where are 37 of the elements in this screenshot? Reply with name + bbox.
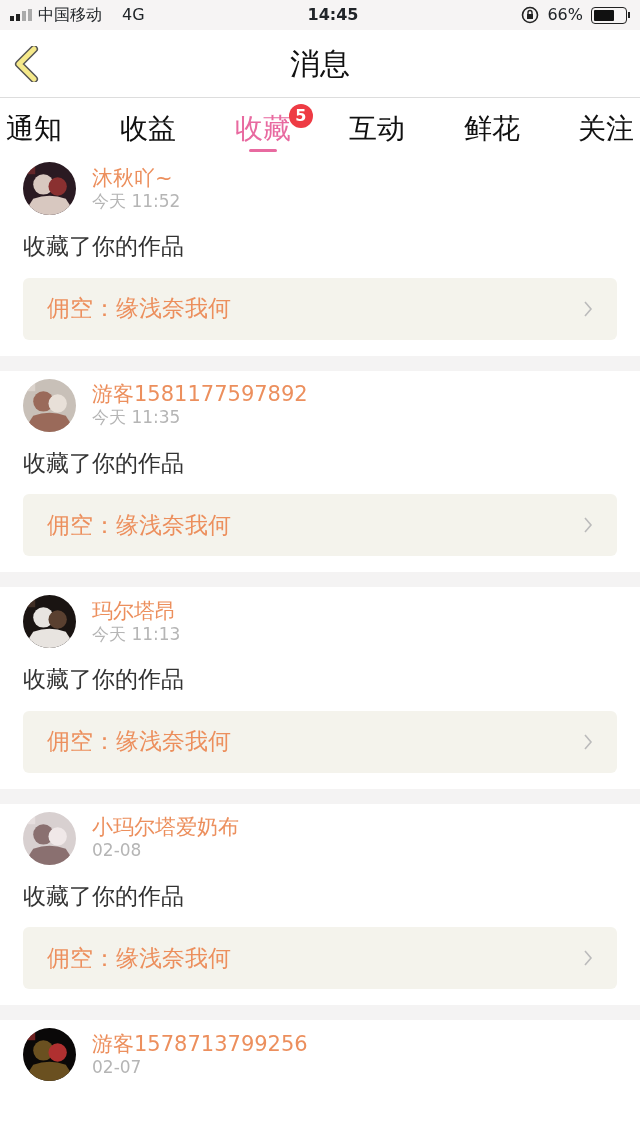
chevron-right-icon	[583, 732, 593, 751]
signal-icon	[10, 9, 34, 21]
message-time: 今天 11:35	[92, 407, 182, 428]
chevron-right-icon	[583, 516, 593, 534]
user-name[interactable]: 沐秋吖~	[92, 165, 181, 191]
user-name[interactable]: 玛尔塔昂	[92, 598, 181, 624]
work-link[interactable]: 佣空：缘浅奈我何	[23, 494, 617, 556]
carrier-name: 中国移动	[38, 4, 102, 26]
user-name[interactable]: 小玛尔塔爱奶布	[92, 815, 239, 841]
message-text: 收藏了你的作品	[23, 665, 185, 694]
tab[interactable]: 收藏	[234, 112, 291, 154]
message-text: 收藏了你的作品	[23, 881, 185, 911]
count-badge: 5	[288, 104, 313, 129]
chevron-right-icon	[583, 299, 593, 318]
tab[interactable]: 互动	[349, 112, 406, 154]
message-time: 02-08	[92, 840, 143, 861]
user-name[interactable]: 游客1581177597892	[92, 382, 308, 408]
chevron-right-icon	[583, 949, 593, 967]
user-name[interactable]: 游客1578713799256	[92, 1031, 308, 1057]
battery-percent: 66%	[547, 4, 583, 26]
rotation-lock-icon	[521, 6, 540, 24]
message-time: 02-07	[92, 1056, 143, 1078]
message-time: 今天 11:13	[92, 623, 181, 645]
work-link[interactable]: 佣空：缘浅奈我何	[23, 277, 617, 340]
tab[interactable]: 关注	[577, 112, 634, 154]
tab[interactable]: 鲜花	[463, 112, 520, 154]
network-type: 4G	[122, 4, 145, 26]
clock: 14:45	[306, 4, 360, 26]
work-link[interactable]: 佣空：缘浅奈我何	[23, 710, 617, 773]
message-time: 今天 11:52	[92, 190, 181, 212]
message-text: 收藏了你的作品	[23, 232, 185, 261]
tab[interactable]: 收益	[120, 112, 177, 154]
message-text: 收藏了你的作品	[23, 448, 185, 478]
page-title: 消息	[290, 45, 350, 83]
battery-icon	[591, 6, 630, 24]
tab[interactable]: 通知	[6, 112, 62, 154]
work-link[interactable]: 佣空：缘浅奈我何	[23, 927, 617, 989]
